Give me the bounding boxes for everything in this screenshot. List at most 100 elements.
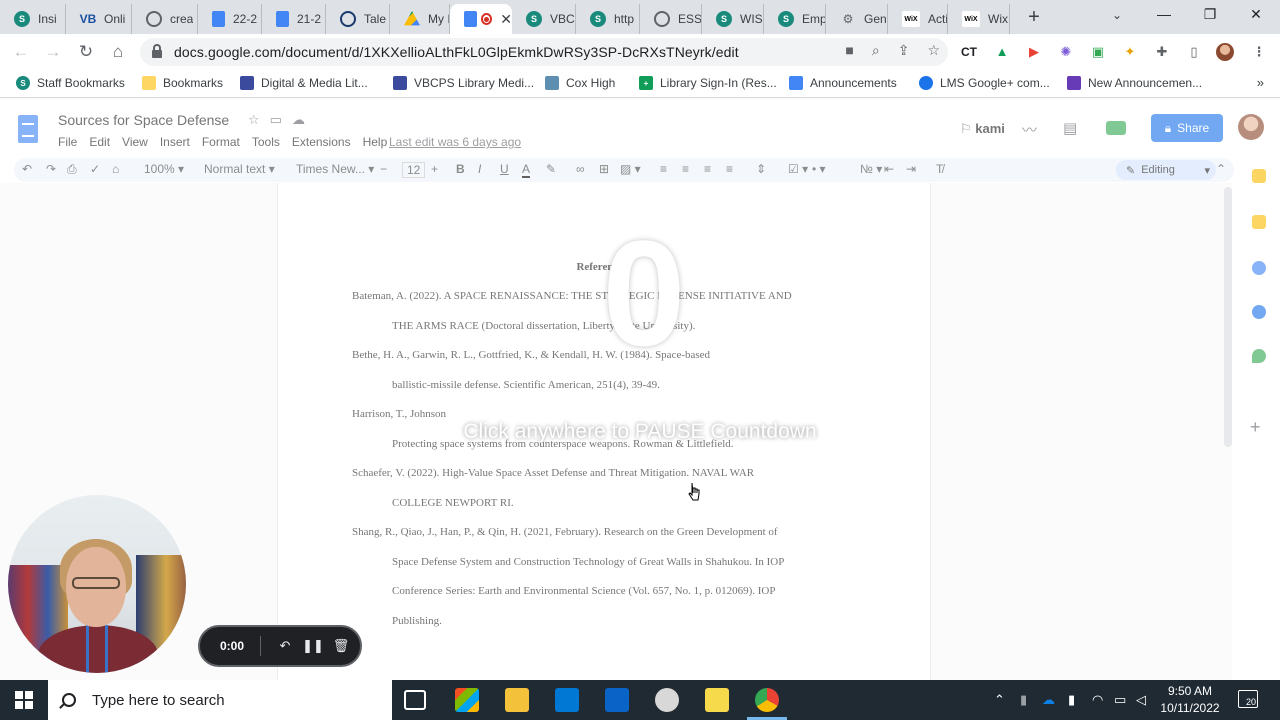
browser-tab[interactable]: VB Onli xyxy=(66,4,132,34)
file-explorer-icon[interactable] xyxy=(505,688,529,712)
bookmarks-bar: S Staff Bookmarks Bookmarks Digital & Med… xyxy=(0,70,1280,98)
s-icon: S xyxy=(526,11,542,27)
browser-tab-active[interactable]: ✕ xyxy=(450,4,512,34)
clock-icon xyxy=(340,11,356,27)
globe-icon xyxy=(654,11,670,27)
restore-icon[interactable]: ❐ xyxy=(1200,6,1220,23)
task-view-icon[interactable] xyxy=(404,690,426,710)
forward-icon[interactable]: → xyxy=(42,41,64,63)
bookmark-item[interactable]: VBCPS Library Medi... xyxy=(393,76,534,90)
clock-date: 10/11/2022 xyxy=(1160,701,1220,715)
tab-title: My I xyxy=(428,12,449,26)
browser-tab[interactable]: Tale xyxy=(326,4,390,34)
clock-time: 9:50 AM xyxy=(1167,684,1213,698)
more-menu-icon[interactable]: ⋮ xyxy=(1250,43,1268,61)
doc-icon xyxy=(276,11,289,27)
bookmark-item[interactable]: LMS Google+ com... xyxy=(919,76,1050,90)
countdown-message[interactable]: Click anywhere to PAUSE Countdown xyxy=(440,420,840,444)
wifi-icon[interactable]: ◠ xyxy=(1092,692,1103,708)
browser-tab[interactable]: crea xyxy=(132,4,198,34)
bookmark-item[interactable]: Announcements xyxy=(789,76,897,90)
pause-icon[interactable]: ❚❚ xyxy=(299,638,327,654)
party-extension-icon[interactable]: ✦ xyxy=(1121,43,1139,61)
taskbar-search[interactable]: Type here to search xyxy=(48,680,392,720)
star-icon[interactable]: ☆ xyxy=(927,42,940,59)
back-icon[interactable]: ← xyxy=(10,41,32,63)
tray-overflow-icon[interactable]: ⌃ xyxy=(994,692,1005,708)
tab-search-icon[interactable]: ⌄ xyxy=(1112,8,1122,22)
url-text: docs.google.com/document/d/1XKXellioALth… xyxy=(174,44,739,60)
bookmark-item[interactable]: Cox High xyxy=(545,76,615,90)
sidebar-icon[interactable]: ▯ xyxy=(1185,43,1203,61)
tab-title: 22-2 xyxy=(233,12,258,26)
browser-tab[interactable]: 21-2 xyxy=(262,4,326,34)
volume-icon[interactable]: ◁ xyxy=(1136,692,1146,708)
browser-tab[interactable]: WiX Wix xyxy=(948,4,1010,34)
microphone-icon[interactable]: ▮ xyxy=(1068,692,1075,708)
outlook-icon[interactable] xyxy=(605,688,629,712)
windows-start-icon[interactable] xyxy=(15,691,33,709)
share-page-icon[interactable]: ⇪ xyxy=(898,42,910,59)
browser-tab[interactable]: ⚙ Gen xyxy=(826,4,888,34)
drive-extension-icon[interactable]: ▲ xyxy=(993,43,1011,61)
form-icon xyxy=(1067,76,1081,90)
puzzle-icon[interactable]: ✚ xyxy=(1153,43,1171,61)
browser-tab[interactable]: 22-2 xyxy=(198,4,262,34)
bookmark-item[interactable]: Bookmarks xyxy=(142,76,223,90)
battery-icon[interactable]: ▭ xyxy=(1114,692,1126,708)
address-bar[interactable]: docs.google.com/document/d/1XKXellioALth… xyxy=(140,38,948,66)
tab-title: Wix xyxy=(988,12,1008,26)
tab-title: Tale xyxy=(364,12,387,26)
browser-tab[interactable]: My I xyxy=(390,4,450,34)
bookmark-item[interactable]: + Library Sign-In (Res... xyxy=(639,76,777,90)
vb-icon: VB xyxy=(79,12,97,26)
windows-taskbar: Type here to search ⌃ ▮ ☁ ▮ ◠ ▭ ◁ 9:50 A… xyxy=(0,680,1280,720)
restart-icon[interactable]: ↶ xyxy=(271,638,299,654)
form-icon xyxy=(240,76,254,90)
window-close-icon[interactable]: ✕ xyxy=(1246,6,1266,23)
new-tab-button[interactable]: + xyxy=(1024,6,1044,28)
snip-icon[interactable] xyxy=(655,688,679,712)
mail-icon[interactable] xyxy=(555,688,579,712)
classroom-extension-icon[interactable]: ▣ xyxy=(1089,43,1107,61)
link-icon xyxy=(919,76,933,90)
home-icon[interactable]: ⌂ xyxy=(107,41,129,63)
mic-icon[interactable]: ▮ xyxy=(1020,692,1027,708)
bookmark-item[interactable]: Digital & Media Lit... xyxy=(240,76,368,90)
sticky-notes-icon[interactable] xyxy=(705,688,729,712)
ct-extension-icon[interactable]: CT xyxy=(960,43,978,61)
store-icon[interactable] xyxy=(455,688,479,712)
bookmarks-overflow-icon[interactable]: » xyxy=(1257,75,1264,90)
webcam-bubble[interactable] xyxy=(8,495,186,673)
onedrive-icon[interactable]: ☁ xyxy=(1042,692,1055,708)
color-extension-icon[interactable]: ✺ xyxy=(1057,43,1075,61)
tab-title: http xyxy=(614,12,635,26)
browser-tab[interactable]: ESS xyxy=(640,4,702,34)
screencastify-icon[interactable]: ▶ xyxy=(1025,43,1043,61)
search-placeholder: Type here to search xyxy=(92,691,225,709)
tab-title: ESS xyxy=(678,12,701,26)
recording-dim-overlay[interactable] xyxy=(0,99,1280,680)
notification-center-icon[interactable]: 20 xyxy=(1238,690,1258,708)
browser-tab[interactable]: S WIS xyxy=(702,4,764,34)
browser-tab[interactable]: S VBC xyxy=(512,4,576,34)
countdown-number[interactable]: 0 xyxy=(594,218,694,368)
delete-icon[interactable]: 🗑︎ xyxy=(327,638,355,654)
bookmark-item[interactable]: S Staff Bookmarks xyxy=(16,76,125,90)
sheets-icon: + xyxy=(639,76,653,90)
camera-icon[interactable]: ■ xyxy=(845,42,853,59)
minimize-icon[interactable]: — xyxy=(1154,6,1174,22)
bookmark-item[interactable]: New Announcemen... xyxy=(1067,76,1202,90)
tab-title: WIS xyxy=(740,12,763,26)
chrome-icon[interactable] xyxy=(755,688,779,712)
browser-tab[interactable]: Shttp xyxy=(576,4,640,34)
browser-tab[interactable]: S Insi xyxy=(0,4,66,34)
taskbar-clock[interactable]: 9:50 AM 10/11/2022 xyxy=(1150,683,1230,717)
browser-tab[interactable]: S Emp xyxy=(764,4,826,34)
tab-title: Insi xyxy=(38,12,57,26)
zoom-icon[interactable]: ⌕ xyxy=(872,42,880,59)
browser-tab[interactable]: WiX Acti xyxy=(888,4,948,34)
close-icon[interactable]: ✕ xyxy=(500,11,512,28)
profile-avatar[interactable] xyxy=(1216,43,1234,61)
reload-icon[interactable]: ↻ xyxy=(75,41,97,63)
